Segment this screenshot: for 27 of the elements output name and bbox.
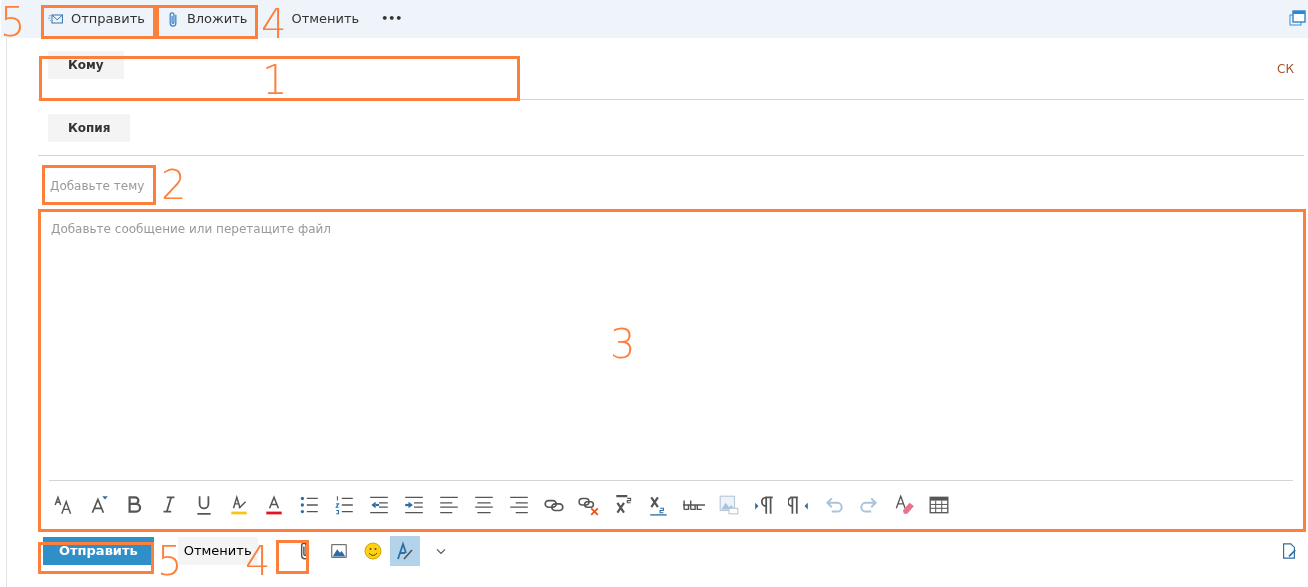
right-to-left-icon[interactable] xyxy=(788,493,810,516)
cc-button[interactable]: Копия xyxy=(48,113,131,142)
annotation-frame xyxy=(276,540,309,574)
mountain-picture-icon xyxy=(329,542,348,560)
annotation-number: 5 xyxy=(0,2,26,42)
clear-formatting-icon[interactable] xyxy=(893,493,915,516)
send-button[interactable]: Отправить xyxy=(43,537,154,565)
envelope-icon xyxy=(47,11,65,27)
document-pen-icon[interactable] xyxy=(1280,542,1298,560)
highlighter-icon[interactable] xyxy=(228,493,250,516)
attach-button[interactable]: Вложить xyxy=(158,3,258,35)
pen-letter-icon xyxy=(394,541,415,561)
left-to-right-icon[interactable] xyxy=(753,493,775,516)
send-button[interactable]: Отправить xyxy=(37,3,155,35)
paperclip-icon xyxy=(168,10,177,28)
format-toggle-button[interactable] xyxy=(389,536,420,566)
popout-window-icon[interactable] xyxy=(1287,9,1307,29)
font-color-icon[interactable] xyxy=(263,493,285,516)
cancel-button[interactable]: Отменить xyxy=(287,3,370,35)
numbering-icon[interactable] xyxy=(333,493,355,516)
annotation-number: 2 xyxy=(161,165,187,205)
smiley-icon xyxy=(362,541,383,561)
bcc-link[interactable]: СК xyxy=(1277,59,1294,78)
annotation-number: 4 xyxy=(261,4,287,44)
more-button[interactable]: ••• xyxy=(371,3,413,35)
annotation-number: 3 xyxy=(610,324,636,364)
annotation-number: 1 xyxy=(262,60,288,100)
